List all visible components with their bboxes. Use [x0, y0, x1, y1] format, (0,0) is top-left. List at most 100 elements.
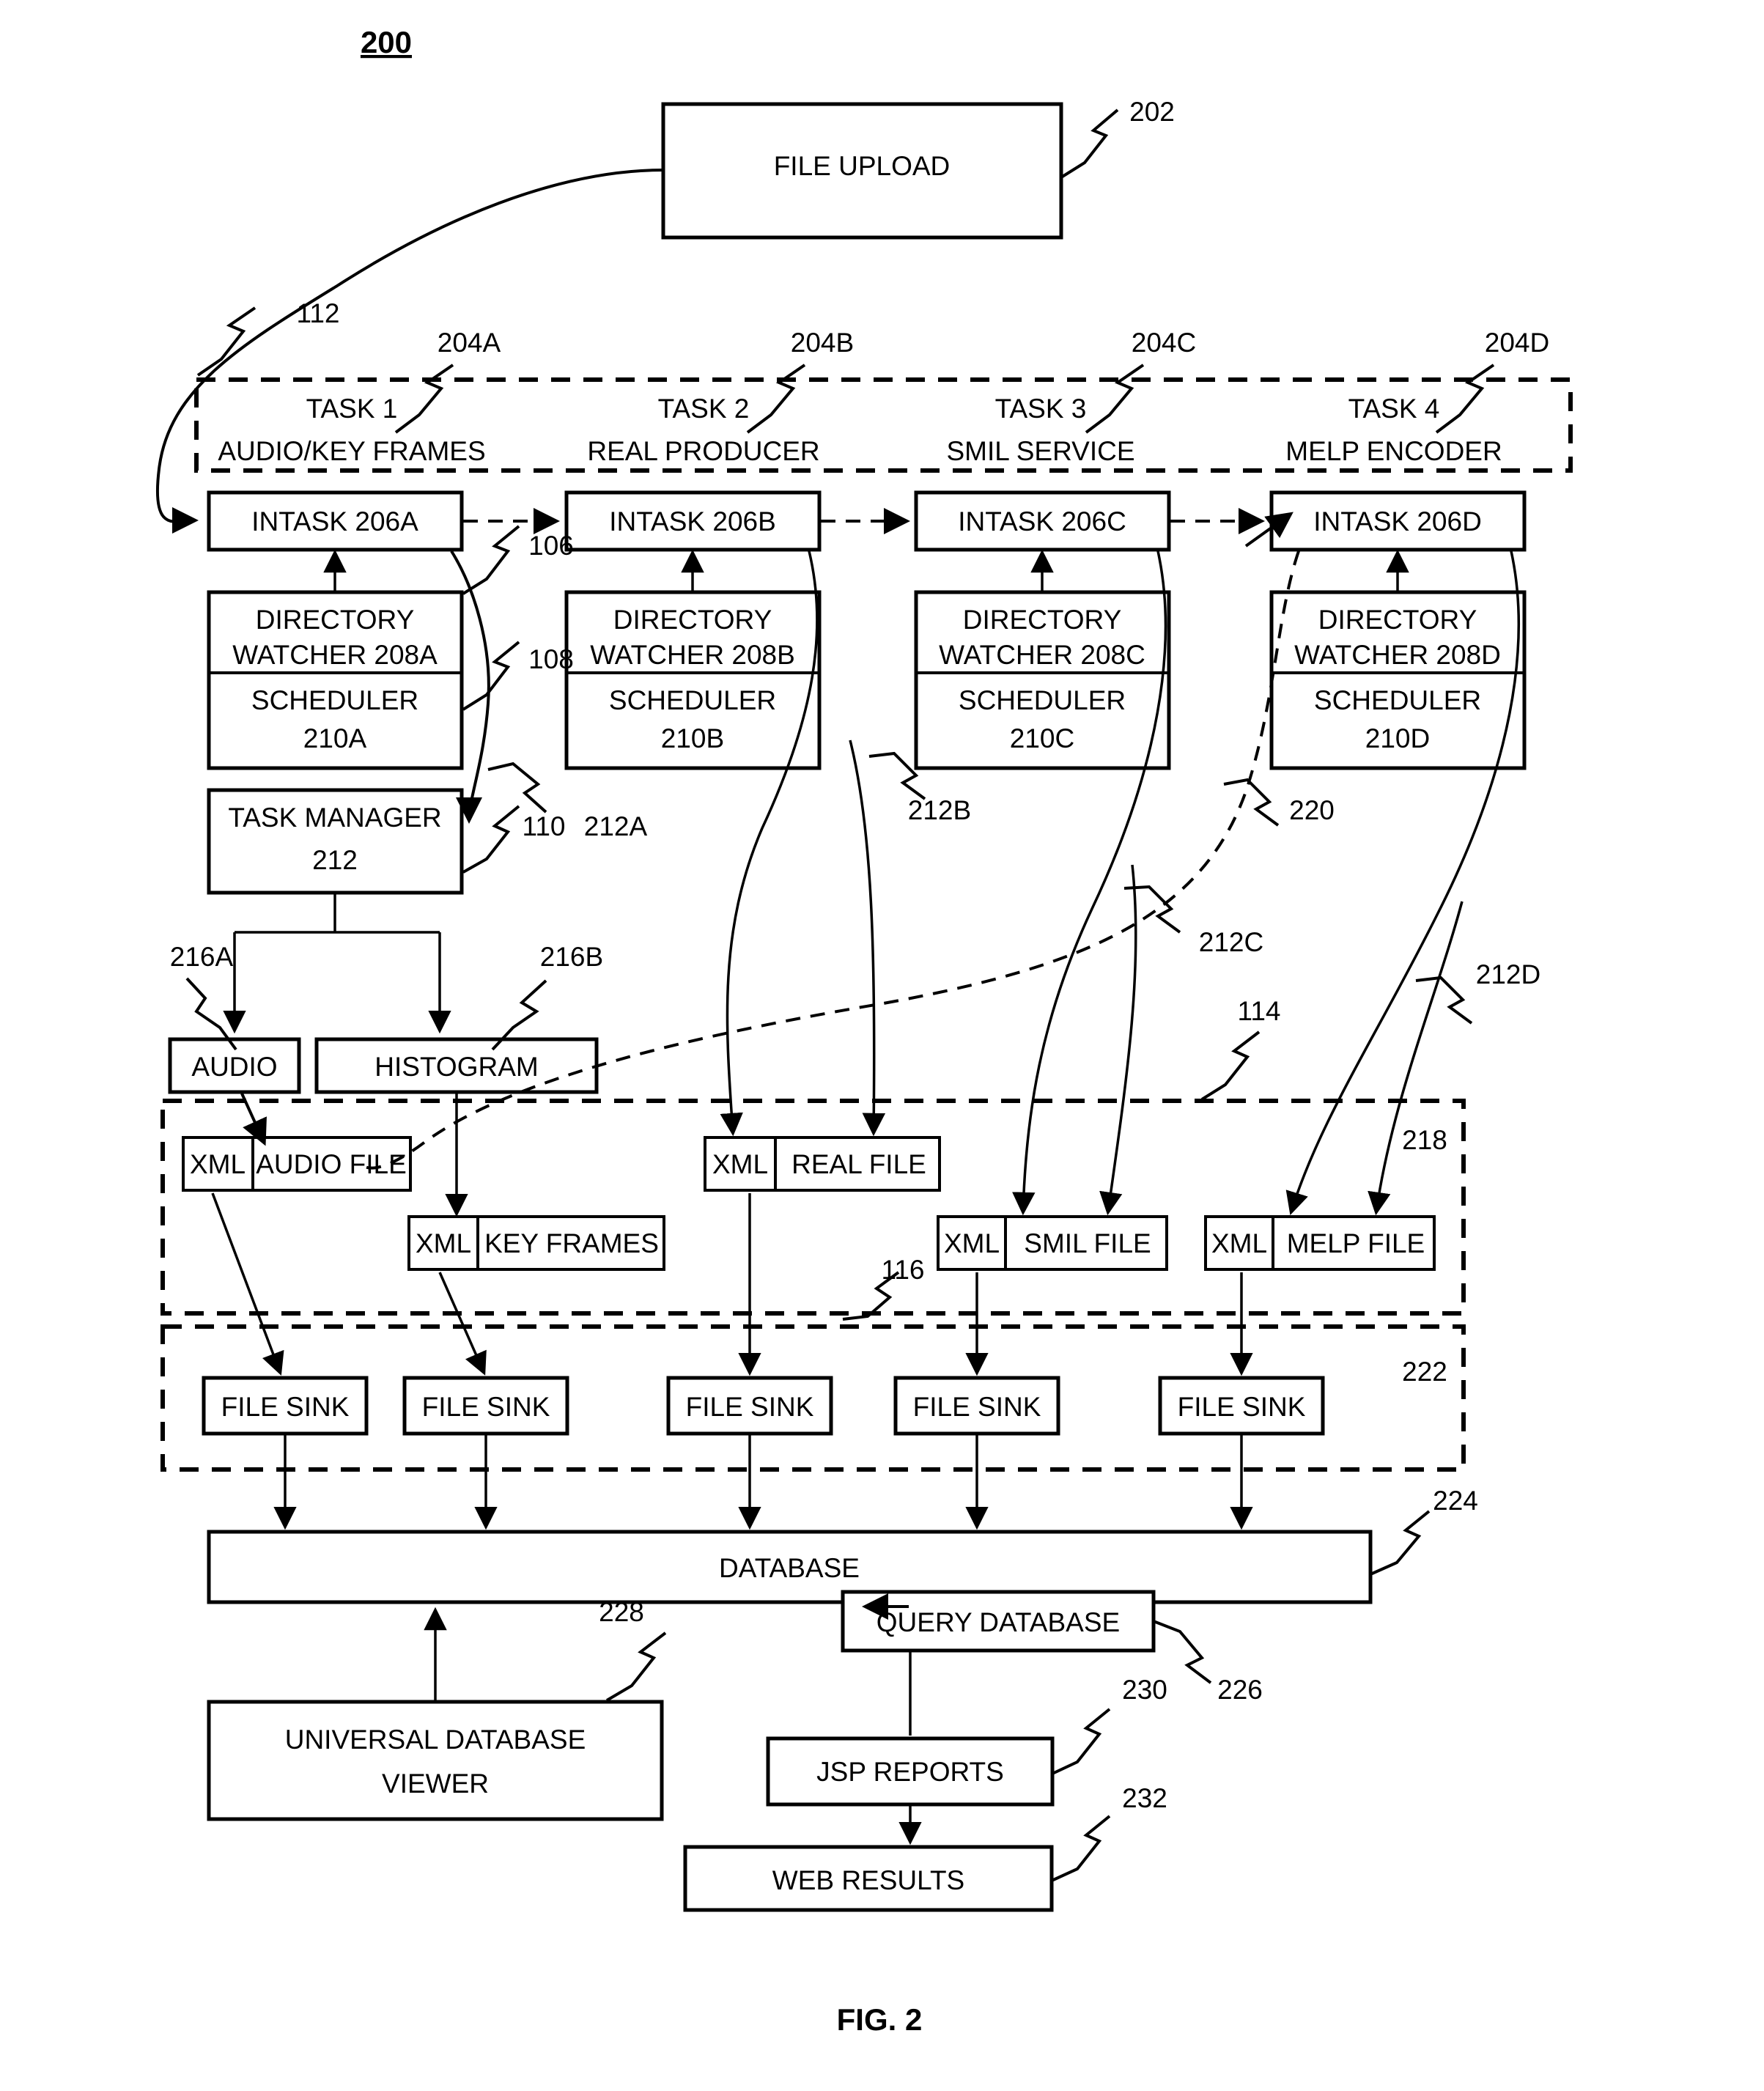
lead-106: 106	[462, 525, 574, 595]
scheduler-line2-d: 210D	[1365, 723, 1430, 753]
ref-114: 114	[1238, 996, 1281, 1026]
file-upload-label: FILE UPLOAD	[774, 151, 951, 181]
watcher-line2-a: WATCHER 208A	[232, 640, 438, 670]
task-header-2: TASK 2 REAL PRODUCER	[587, 394, 819, 466]
lead-224: 224	[1370, 1486, 1478, 1576]
edge-xml-keyframes-to-file-sink-2	[438, 1272, 487, 1376]
ref-216A: 216A	[170, 942, 234, 972]
scheduler-line2-a: 210A	[303, 723, 367, 753]
figure-number-200: 200	[361, 25, 412, 59]
lead-230: 230	[1052, 1675, 1167, 1775]
database-label: DATABASE	[719, 1553, 860, 1583]
watcher-line1-c: DIRECTORY	[963, 605, 1122, 635]
intask-label-c: INTASK 206C	[958, 506, 1126, 536]
ref-112: 112	[297, 298, 340, 328]
ref-222: 222	[1402, 1357, 1447, 1387]
xml-label-keyframes: KEY FRAMES	[484, 1228, 659, 1258]
lead-212A	[487, 761, 547, 814]
xml-file-node-smil: XML SMIL FILE	[937, 1215, 1168, 1271]
xml-tag-real: XML	[712, 1149, 768, 1179]
ref-116: 116	[882, 1255, 925, 1285]
ref-230: 230	[1122, 1675, 1167, 1705]
intask-node-d: INTASK 206D	[1269, 490, 1527, 552]
ref-202: 202	[1129, 97, 1175, 127]
intask-label-b: INTASK 206B	[609, 506, 776, 536]
ref-212C: 212C	[1199, 927, 1263, 957]
xml-tag-keyframes: XML	[416, 1228, 471, 1258]
scheduler-line1-b: SCHEDULER	[609, 685, 776, 715]
task-title-1: TASK 1	[306, 394, 398, 424]
database-node: DATABASE	[207, 1530, 1373, 1604]
ref-204C: 204C	[1132, 328, 1196, 358]
ref-218: 218	[1402, 1125, 1447, 1155]
watcher-line1-a: DIRECTORY	[256, 605, 415, 635]
lead-228: 228	[599, 1597, 667, 1702]
ref-212B: 212B	[908, 795, 971, 825]
xml-files-dashed-container	[160, 1099, 1466, 1316]
task-header-1: TASK 1 AUDIO/KEY FRAMES	[218, 394, 485, 466]
ref-216B: 216B	[540, 942, 603, 972]
jsp-reports-label: JSP REPORTS	[816, 1757, 1004, 1787]
task-subtitle-2: REAL PRODUCER	[587, 436, 819, 466]
histogram-node: HISTOGRAM	[314, 1037, 599, 1094]
task-subtitle-1: AUDIO/KEY FRAMES	[218, 436, 485, 466]
lead-204A: 204A	[394, 328, 501, 434]
xml-file-node-audio: XML AUDIO FILE	[182, 1136, 412, 1192]
task-manager-line2: 212	[312, 845, 358, 875]
intask-node-b: INTASK 206B	[564, 490, 822, 552]
lead-216A: 216A	[170, 942, 237, 1051]
jsp-reports-node: JSP REPORTS	[766, 1736, 1055, 1807]
ref-232: 232	[1122, 1783, 1167, 1813]
ref-212D: 212D	[1476, 959, 1540, 989]
intask-label-d: INTASK 206D	[1313, 506, 1482, 536]
file-sink-label-1: FILE SINK	[221, 1392, 350, 1422]
watcher-scheduler-b: DIRECTORY WATCHER 208B SCHEDULER 210B	[564, 590, 822, 770]
file-sink-node-2: FILE SINK	[402, 1376, 569, 1436]
file-sink-label-3: FILE SINK	[686, 1392, 814, 1422]
ref-204B: 204B	[791, 328, 854, 358]
universal-viewer-line1: UNIVERSAL DATABASE	[285, 1725, 586, 1755]
watcher-scheduler-c: DIRECTORY WATCHER 208C SCHEDULER 210C	[914, 590, 1171, 770]
ref-224: 224	[1433, 1486, 1478, 1516]
lead-226: 226	[1153, 1620, 1263, 1705]
watcher-line1-b: DIRECTORY	[613, 605, 772, 635]
file-sink-node-1: FILE SINK	[202, 1376, 369, 1436]
xml-label-audio: AUDIO FILE	[256, 1149, 407, 1179]
intask-node-c: INTASK 206C	[914, 490, 1171, 552]
lead-202: 202	[1060, 97, 1175, 179]
edge-xml-audio-to-file-sink-1	[211, 1192, 284, 1376]
file-sink-label-4: FILE SINK	[913, 1392, 1041, 1422]
scheduler-line2-c: 210C	[1010, 723, 1074, 753]
xml-file-node-keyframes: XML KEY FRAMES	[407, 1215, 665, 1271]
xml-tag-melp: XML	[1211, 1228, 1267, 1258]
file-sink-node-5: FILE SINK	[1158, 1376, 1325, 1436]
task-manager-node: TASK MANAGER 212	[207, 788, 464, 895]
ref-228: 228	[599, 1597, 644, 1627]
ref-204A: 204A	[438, 328, 501, 358]
lead-108: 108	[462, 641, 574, 711]
task-manager-line1: TASK MANAGER	[228, 803, 441, 833]
edge-to-xml-smil-right	[1099, 864, 1137, 1216]
universal-database-viewer-box	[207, 1700, 664, 1821]
universal-viewer-line2: VIEWER	[382, 1769, 489, 1799]
scheduler-line1-c: SCHEDULER	[959, 685, 1126, 715]
query-database-node: QUERY DATABASE	[841, 1590, 1156, 1653]
file-sink-label-2: FILE SINK	[422, 1392, 550, 1422]
task-title-4: TASK 4	[1348, 394, 1440, 424]
ref-212A: 212A	[584, 811, 648, 841]
watcher-scheduler-a: DIRECTORY WATCHER 208A SCHEDULER 210A	[207, 590, 464, 770]
file-sink-node-3: FILE SINK	[666, 1376, 833, 1436]
task-subtitle-4: MELP ENCODER	[1285, 436, 1502, 466]
lead-112: 112	[196, 298, 340, 377]
xml-label-melp: MELP FILE	[1287, 1228, 1425, 1258]
web-results-label: WEB RESULTS	[772, 1865, 964, 1895]
lead-232: 232	[1051, 1783, 1167, 1882]
query-database-label: QUERY DATABASE	[877, 1607, 1120, 1637]
task-title-2: TASK 2	[658, 394, 750, 424]
file-upload-node: FILE UPLOAD	[661, 102, 1063, 240]
xml-file-node-melp: XML MELP FILE	[1204, 1215, 1436, 1271]
watcher-line2-b: WATCHER 208B	[590, 640, 795, 670]
xml-label-smil: SMIL FILE	[1024, 1228, 1151, 1258]
task-header-3: TASK 3 SMIL SERVICE	[946, 394, 1134, 466]
figure-caption: FIG. 2	[837, 2002, 923, 2037]
